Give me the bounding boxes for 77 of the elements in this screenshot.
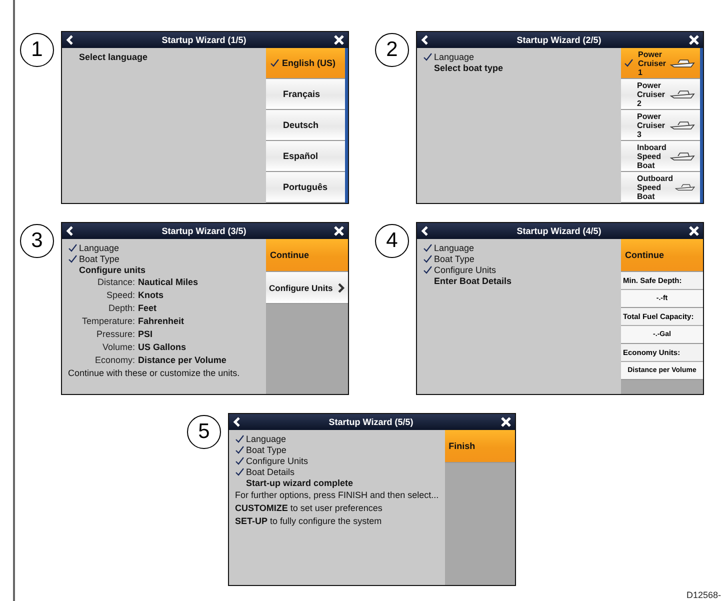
chevron-icon [337, 282, 345, 292]
completed-step: Language [434, 52, 474, 62]
close-icon[interactable] [501, 417, 511, 427]
unit-value: US Gallons [138, 342, 186, 352]
check-icon [624, 59, 633, 67]
completed-step: Configure Units [434, 264, 496, 274]
info-text: For further options, press FINISH and then select... [235, 490, 439, 500]
unit-value: Feet [138, 302, 157, 312]
boat-type-option[interactable]: Inboard Speed Boat [621, 141, 700, 172]
current-step: Select language [79, 52, 148, 62]
boat-icon [670, 150, 696, 162]
completed-step: Boat Type [246, 444, 286, 454]
language-option[interactable]: Português [266, 172, 345, 203]
unit-label: Speed: [105, 290, 136, 300]
unit-value: Distance per Volume [138, 354, 226, 364]
info-text: Continue with these or customize the units. [68, 368, 240, 378]
continue-button[interactable]: Continue [266, 239, 348, 272]
completed-step: Boat Type [79, 254, 120, 264]
boat-type-option[interactable]: Outboard Speed Boat [621, 172, 700, 203]
close-icon[interactable] [689, 35, 699, 45]
back-icon[interactable] [233, 417, 241, 427]
completed-step: Language [246, 434, 286, 444]
language-option[interactable]: English (US) [266, 48, 345, 79]
unit-value: Nautical Miles [138, 276, 198, 286]
scrollbar[interactable] [700, 48, 703, 203]
completed-step: Language [434, 242, 474, 252]
unit-value: PSI [138, 328, 153, 338]
window-title: Startup Wizard (4/5) [516, 226, 602, 236]
close-icon[interactable] [334, 35, 344, 45]
unit-label: Depth: [107, 302, 136, 312]
completed-step: Configure Units [246, 456, 308, 466]
figure-code: D12568- [686, 590, 721, 600]
step-number: 3 [20, 224, 54, 258]
window-title: Startup Wizard (3/5) [160, 226, 248, 236]
step-number: 2 [375, 33, 409, 67]
scrollbar[interactable] [345, 48, 348, 203]
boat-type-option[interactable]: Power Cruiser 2 [621, 79, 700, 110]
unit-label: Distance: [96, 276, 136, 286]
current-step: Enter Boat Details [434, 276, 512, 286]
unit-label: Temperature: [80, 316, 136, 326]
back-icon[interactable] [421, 226, 429, 236]
completed-step: Boat Details [246, 466, 295, 476]
continue-button[interactable]: Finish [444, 430, 515, 463]
close-icon[interactable] [334, 226, 344, 236]
boat-icon [670, 88, 696, 100]
back-icon[interactable] [66, 226, 74, 236]
step-number: 5 [187, 415, 221, 449]
boat-icon [670, 57, 696, 69]
boat-icon [670, 119, 696, 131]
info-text: SET-UP to fully configure the system [235, 516, 382, 526]
current-step: Select boat type [434, 62, 504, 72]
close-icon[interactable] [689, 226, 699, 236]
unit-value: Fahrenheit [138, 316, 184, 326]
window-title: Startup Wizard (1/5) [160, 35, 248, 45]
unit-label: Economy: [94, 354, 136, 364]
continue-button[interactable]: Continue [621, 239, 703, 272]
language-option[interactable]: Español [266, 141, 345, 172]
info-text: CUSTOMIZE to set user preferences [235, 502, 382, 512]
back-icon[interactable] [421, 35, 429, 45]
step-number: 1 [20, 33, 54, 67]
completed-step: Boat Type [434, 254, 474, 264]
check-icon [270, 59, 279, 67]
completed-step: Language [79, 242, 120, 252]
language-option[interactable]: Deutsch [266, 110, 345, 141]
step-number: 4 [375, 224, 409, 258]
window-title: Startup Wizard (5/5) [328, 417, 414, 427]
current-step: Start-up wizard complete [246, 478, 354, 488]
unit-value: Knots [138, 290, 164, 300]
unit-label: Pressure: [95, 328, 136, 338]
boat-type-option[interactable]: Power Cruiser 1 [621, 48, 700, 79]
current-step: Configure units [79, 264, 146, 274]
unit-label: Volume: [101, 342, 136, 352]
language-option[interactable]: Français [266, 79, 345, 110]
menu-item[interactable]: Configure Units [266, 272, 348, 304]
back-icon[interactable] [66, 35, 74, 45]
window-title: Startup Wizard (2/5) [516, 35, 602, 45]
boat-type-option[interactable]: Power Cruiser 3 [621, 110, 700, 141]
